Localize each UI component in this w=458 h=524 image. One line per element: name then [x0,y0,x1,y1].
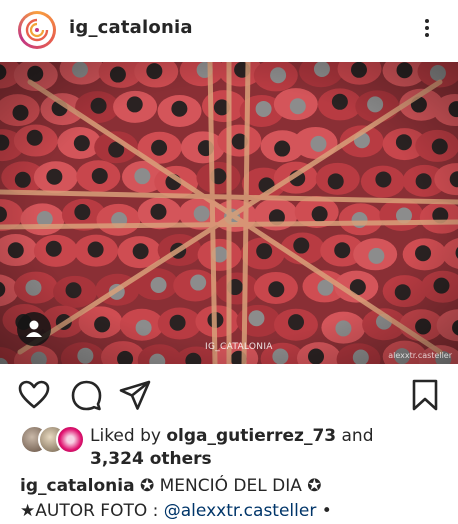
dot [425,19,429,23]
bookmark-icon[interactable] [408,378,442,412]
caption-mention[interactable]: @alexxtr.casteller [164,501,317,521]
caption-line-2: ★AUTOR FOTO : @alexxtr.casteller • [20,499,450,524]
likes-connector: and [336,426,374,446]
liker-avatar[interactable] [56,425,85,454]
photo-credit: alexxtr.casteller [388,351,452,360]
share-icon[interactable] [118,378,152,412]
dot [425,33,429,37]
castellers-illustration [0,62,458,364]
heart-icon[interactable] [17,378,51,412]
caption-username[interactable]: ig_catalonia [20,476,135,496]
caption-text: ✪ MENCIÓ DEL DIA ✪ [134,476,322,496]
caption-line-1: ig_catalonia ✪ MENCIÓ DEL DIA ✪ [20,474,450,499]
likes-prefix: Liked by [90,426,167,446]
user-tag-glyph [26,320,42,337]
caption-author-label: ★AUTOR FOTO : [20,501,164,521]
post-image[interactable]: IG_CATALONIA alexxtr.casteller [0,62,458,364]
photo-watermark: IG_CATALONIA [205,342,273,352]
liker-username[interactable]: olga_gutierrez_73 [166,426,336,446]
post-username[interactable]: ig_catalonia [69,17,193,38]
user-tag-icon[interactable] [17,312,51,346]
avatar-inner [21,14,53,46]
dot [425,26,429,30]
comment-icon[interactable] [69,378,103,412]
caption-suffix: • [316,501,332,521]
action-bar [0,364,458,422]
post-header: ig_catalonia [0,0,458,62]
likes-row: Liked by olga_gutierrez_73 and 3,324 othe… [0,420,458,472]
likes-text: Liked by olga_gutierrez_73 and 3,324 othe… [90,425,420,471]
avatar[interactable] [18,11,56,49]
more-vertical-icon[interactable] [417,16,437,44]
likes-others[interactable]: 3,324 others [90,449,212,469]
ig-catalonia-logo-icon [25,18,49,42]
post-caption: ig_catalonia ✪ MENCIÓ DEL DIA ✪ ★AUTOR F… [20,474,450,524]
